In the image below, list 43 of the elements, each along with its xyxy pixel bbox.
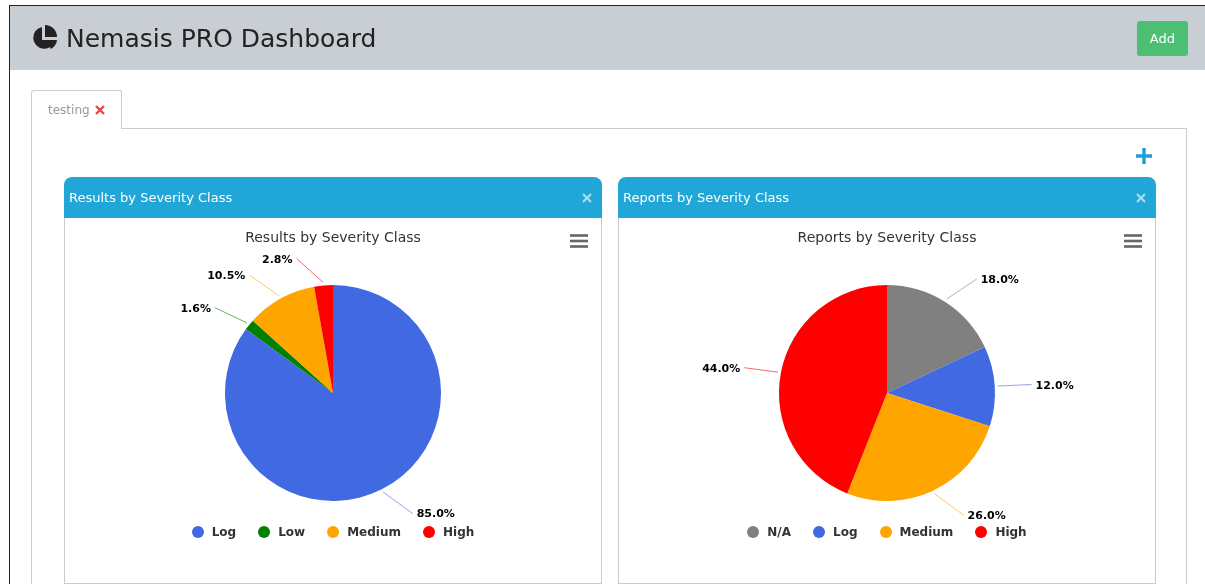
menu-icon[interactable]	[570, 234, 588, 248]
legend-item[interactable]: High	[975, 525, 1027, 539]
data-label: 12.0%	[1035, 378, 1074, 392]
leader-line	[933, 492, 965, 516]
data-label: 26.0%	[967, 509, 1006, 523]
legend-label: Medium	[347, 525, 401, 539]
leader-line	[296, 258, 324, 283]
data-label: 2.8%	[262, 252, 293, 266]
legend-label: N/A	[767, 525, 792, 539]
leader-line	[382, 491, 414, 514]
legend-item[interactable]: Log	[813, 525, 858, 539]
legend-label: Log	[211, 525, 237, 539]
tab-label: testing	[48, 103, 90, 117]
chart-title: Results by Severity Class	[245, 229, 421, 245]
menu-icon[interactable]	[1124, 234, 1142, 248]
data-label: 85.0%	[416, 507, 455, 521]
widget-title: Reports by Severity Class	[623, 190, 790, 205]
close-icon[interactable]	[94, 105, 105, 115]
add-icon[interactable]	[1134, 146, 1154, 166]
chart-title: Reports by Severity Class	[797, 229, 977, 245]
data-label: 44.0%	[702, 361, 741, 375]
leader-line	[946, 278, 978, 300]
legend-item[interactable]: Medium	[327, 525, 401, 539]
legend-item[interactable]: High	[423, 525, 475, 539]
legend-label: Medium	[899, 525, 954, 539]
pie-chart-icon	[30, 24, 58, 52]
leader-line	[997, 384, 1033, 387]
app-title: Nemasis PRO Dashboard	[66, 23, 377, 53]
widget-title: Results by Severity Class	[69, 190, 233, 205]
legend-label: High	[995, 525, 1027, 539]
legend-item[interactable]: N/A	[747, 525, 792, 539]
leader-line	[214, 307, 248, 324]
legend-item[interactable]: Medium	[879, 525, 954, 539]
legend-label: Low	[278, 525, 306, 539]
leader-line	[743, 367, 779, 373]
data-label: 1.6%	[180, 301, 211, 315]
legend-label: High	[443, 525, 475, 539]
data-label: 18.0%	[980, 273, 1019, 286]
data-label: 10.5%	[207, 268, 246, 282]
leader-line	[248, 274, 280, 297]
legend-item[interactable]: Log	[191, 525, 237, 539]
legend-label: Log	[833, 525, 858, 539]
legend-item[interactable]: Low	[258, 525, 306, 539]
